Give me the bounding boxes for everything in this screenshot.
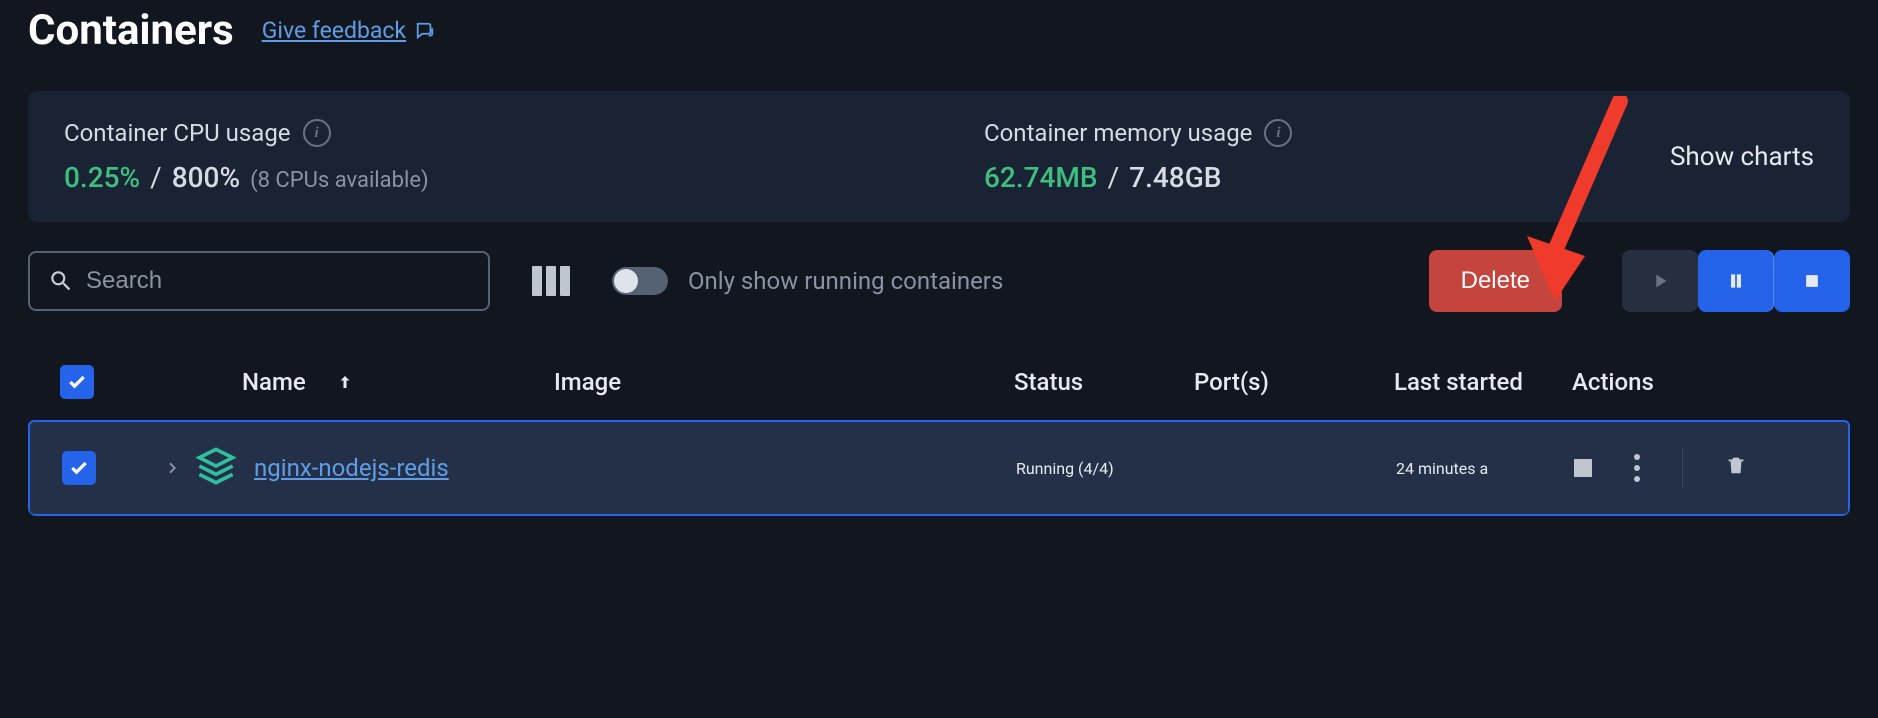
search-input[interactable] — [86, 267, 470, 295]
show-charts-button[interactable]: Show charts — [1670, 142, 1814, 172]
pause-icon — [1726, 269, 1746, 293]
containers-table: Name Image Status Port(s) Last started A… — [28, 344, 1850, 516]
give-feedback-link[interactable]: Give feedback — [262, 17, 436, 44]
memory-usage-block: Container memory usage i 62.74MB / 7.48G… — [984, 119, 1670, 194]
action-button-group — [1622, 250, 1850, 312]
cpu-usage-block: Container CPU usage i 0.25% / 800% (8 CP… — [64, 119, 984, 194]
info-icon[interactable]: i — [1264, 119, 1292, 147]
chevron-right-icon — [164, 457, 180, 479]
running-only-toggle[interactable]: Only show running containers — [612, 267, 1003, 295]
row-last-started-cell: 24 minutes a — [1396, 459, 1566, 478]
feedback-icon — [414, 21, 436, 41]
cpu-usage-label: Container CPU usage — [64, 119, 291, 147]
search-icon — [48, 268, 74, 294]
column-header-image[interactable]: Image — [554, 368, 1014, 396]
mem-used-value: 62.74MB — [984, 161, 1098, 194]
column-header-name[interactable]: Name — [194, 368, 554, 396]
trash-icon — [1725, 452, 1747, 478]
sort-asc-icon — [336, 372, 354, 392]
column-header-last[interactable]: Last started — [1394, 368, 1564, 396]
toggle-switch[interactable] — [612, 267, 668, 295]
stack-icon — [196, 446, 236, 490]
feedback-link-label: Give feedback — [262, 17, 406, 44]
stats-panel: Container CPU usage i 0.25% / 800% (8 CP… — [28, 91, 1850, 222]
cpu-used-value: 0.25% — [64, 161, 140, 194]
column-header-actions: Actions — [1564, 368, 1832, 396]
cpu-note: (8 CPUs available) — [250, 168, 429, 193]
expand-row-button[interactable] — [148, 457, 196, 479]
column-header-ports[interactable]: Port(s) — [1194, 368, 1394, 396]
stop-button[interactable] — [1774, 250, 1850, 312]
mem-limit-value: 7.48GB — [1129, 161, 1221, 194]
stop-icon — [1802, 271, 1822, 291]
delete-button[interactable]: Delete — [1429, 250, 1562, 312]
columns-button[interactable] — [526, 260, 576, 302]
info-icon[interactable]: i — [303, 119, 331, 147]
toolbar: Only show running containers Delete — [28, 250, 1850, 312]
row-more-button[interactable] — [1628, 448, 1646, 488]
table-header-row: Name Image Status Port(s) Last started A… — [28, 344, 1850, 420]
row-status-cell: Running (4/4) — [1016, 459, 1196, 478]
row-stop-button[interactable] — [1574, 459, 1592, 477]
pause-button[interactable] — [1698, 250, 1774, 312]
row-delete-button[interactable] — [1719, 446, 1753, 490]
memory-usage-label: Container memory usage — [984, 119, 1252, 147]
play-button[interactable] — [1622, 250, 1698, 312]
cpu-limit-value: 800% — [172, 161, 240, 194]
table-row[interactable]: nginx-nodejs-redis Running (4/4) 24 minu… — [28, 420, 1850, 516]
toggle-label: Only show running containers — [688, 267, 1003, 295]
row-checkbox[interactable] — [62, 451, 96, 485]
search-box[interactable] — [28, 251, 490, 311]
column-header-status[interactable]: Status — [1014, 368, 1194, 396]
play-icon — [1649, 269, 1671, 293]
page-title: Containers — [28, 6, 234, 55]
container-name-link[interactable]: nginx-nodejs-redis — [254, 454, 449, 482]
select-all-checkbox[interactable] — [60, 365, 94, 399]
